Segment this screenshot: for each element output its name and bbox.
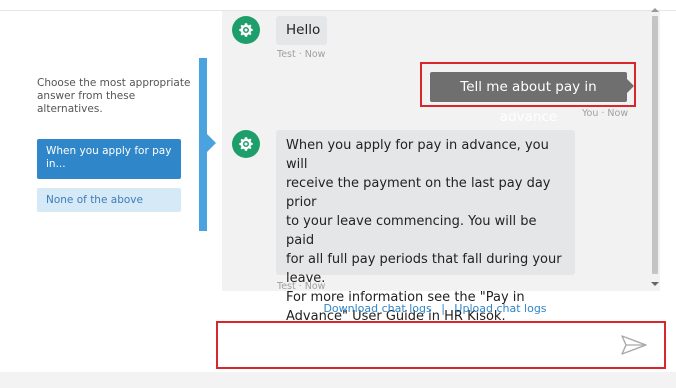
gear-icon [239,23,253,37]
bot-message-bubble: Hello [276,16,327,45]
bot-message-line: to your leave commencing. You will be pa… [286,214,537,248]
bot-message-meta: Test · Now [277,281,326,292]
chat-scrollbar-thumb[interactable] [652,16,658,274]
suggestion-panel-pointer [207,134,216,152]
bot-message-line: When you apply for pay in advance, you w… [286,138,549,172]
send-icon[interactable] [619,333,649,357]
bot-message-line: receive the payment on the last pay day … [286,176,551,210]
suggestion-option-pay-in-advance[interactable]: When you apply for pay in... [37,139,181,179]
chat-log-links: Download chat logs | Upload chat logs [222,302,648,315]
download-chat-logs-link[interactable]: Download chat logs [323,302,431,315]
gear-icon [239,137,253,151]
bot-avatar [232,130,260,158]
bot-message-bubble: When you apply for pay in advance, you w… [276,130,575,324]
scroll-up-arrow-icon[interactable] [651,8,659,12]
suggestion-prompt: Choose the most appropriate answer from … [37,77,191,115]
suggestion-option-none[interactable]: None of the above [37,188,181,212]
bot-avatar [232,16,260,44]
bot-message-line: for all full pay periods that fall durin… [286,252,562,267]
scroll-down-arrow-icon[interactable] [651,282,659,286]
user-message-meta: You · Now [582,108,629,119]
message-input[interactable] [225,328,619,362]
suggestion-panel-accent-bar [199,58,207,231]
bottom-strip [0,372,676,388]
user-message-bubble: Tell me about pay in advance [430,72,627,125]
bot-message-meta: Test · Now [277,49,326,60]
upload-chat-logs-link[interactable]: Upload chat logs [454,302,546,315]
bot-message-line: leave. [286,271,326,286]
link-separator: | [441,302,445,315]
user-message-tail [627,79,634,93]
bot-message-text: Hello [286,22,321,38]
